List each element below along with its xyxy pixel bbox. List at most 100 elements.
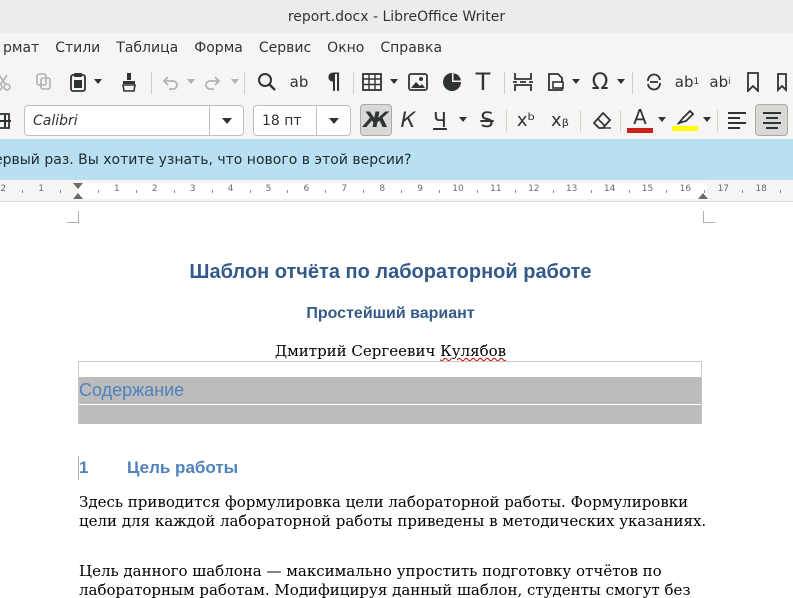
ruler-label: 11 [490, 184, 502, 194]
document-page[interactable]: Шаблон отчёта по лабораторной работе Про… [0, 203, 793, 598]
menu-tools[interactable]: Сервис [251, 40, 319, 56]
underline-dropdown-icon[interactable] [459, 117, 467, 122]
paragraph-style-icon[interactable] [0, 105, 18, 135]
right-indent-marker[interactable] [698, 193, 708, 199]
redo-dropdown-icon[interactable] [231, 79, 239, 84]
doc-author[interactable]: Дмитрий Сергеевич Кулябов [79, 342, 702, 360]
clipboard-icon[interactable] [63, 67, 93, 97]
strikethrough-icon[interactable]: S [472, 105, 502, 135]
ruler-label: 8 [379, 184, 386, 194]
ruler-tick [439, 190, 441, 193]
undo-dropdown-icon[interactable] [187, 79, 195, 84]
ruler-tick [476, 190, 478, 193]
page-break-icon[interactable] [508, 67, 538, 97]
bookmark-icon[interactable] [738, 67, 768, 97]
body-paragraph[interactable]: Цель данного шаблона — максимально упрос… [79, 562, 709, 598]
search-icon[interactable] [252, 67, 282, 97]
chart-icon[interactable] [437, 67, 467, 97]
misspelled-word[interactable]: Кулябов [440, 342, 506, 360]
window-titlebar: report.docx - LibreOffice Writer [0, 0, 793, 33]
highlighter-icon[interactable] [670, 105, 700, 135]
ruler-label: 2 [151, 184, 158, 194]
right-margin-corner [703, 211, 715, 223]
special-char-dropdown-icon[interactable] [617, 79, 625, 84]
image-icon[interactable] [403, 67, 433, 97]
spellcheck-icon[interactable]: ab [284, 67, 314, 97]
ruler-tick [60, 190, 62, 193]
section-heading[interactable]: 1 Цель работы [79, 458, 238, 478]
scissors-icon[interactable] [0, 67, 18, 97]
ruler-tick [287, 190, 289, 193]
font-size-combo[interactable]: 18 пт [253, 105, 351, 136]
menu-form[interactable]: Форма [186, 40, 251, 56]
table-of-contents[interactable]: Содержание [78, 361, 702, 424]
standard-toolbar: ab ¶ T Ω ab 1 ab i [0, 63, 793, 101]
toc-heading[interactable]: Содержание [79, 380, 184, 401]
font-color-icon[interactable]: A [625, 105, 655, 135]
copy-icon[interactable] [29, 67, 59, 97]
menu-help[interactable]: Справка [372, 40, 450, 56]
separator [632, 72, 633, 94]
ruler-label: 15 [641, 184, 654, 194]
ruler-tick [173, 190, 175, 193]
paintbrush-icon[interactable] [114, 67, 144, 97]
menu-format[interactable]: рмат [0, 40, 47, 56]
italic-icon[interactable]: К [393, 105, 423, 135]
left-margin-corner [67, 211, 79, 223]
text-icon[interactable]: T [468, 67, 498, 97]
table-icon[interactable] [357, 67, 387, 97]
menu-table[interactable]: Таблица [108, 40, 186, 56]
ruler-tick [628, 190, 630, 193]
menu-window[interactable]: Окно [319, 40, 372, 56]
link-icon[interactable] [639, 67, 669, 97]
doc-title[interactable]: Шаблон отчёта по лабораторной работе [79, 261, 702, 284]
field-dropdown-icon[interactable] [572, 79, 580, 84]
doc-subtitle[interactable]: Простейший вариант [79, 305, 702, 323]
horizontal-ruler[interactable]: 2 1 1 2 3 4 5 6 7 8 9 10 11 12 13 14 15 16 17 18 [0, 180, 793, 202]
menubar: рмат Стили Таблица Форма Сервис Окно Спр… [0, 33, 793, 63]
ruler-label: 7 [341, 184, 348, 194]
first-line-indent-marker[interactable] [73, 183, 83, 189]
separator [353, 72, 354, 94]
toc-shading [79, 405, 701, 424]
font-size-dropdown-icon[interactable] [316, 106, 350, 135]
redo-icon[interactable] [198, 67, 228, 97]
ruler-label: 17 [717, 184, 730, 194]
endnote-icon[interactable]: ab i [705, 67, 735, 97]
underline-icon[interactable]: Ч [425, 105, 455, 135]
paste-dropdown-icon[interactable] [94, 79, 102, 84]
superscript-icon[interactable]: xᵇ [511, 105, 541, 135]
menu-styles[interactable]: Стили [47, 40, 108, 56]
font-name-value[interactable]: Calibri [25, 113, 209, 129]
align-center-icon[interactable] [755, 104, 788, 136]
left-indent-marker[interactable] [73, 193, 83, 199]
table-dropdown-icon[interactable] [390, 79, 398, 84]
footnote-icon[interactable]: ab 1 [672, 67, 702, 97]
ruler-tick [249, 190, 251, 193]
highlight-dropdown-icon[interactable] [703, 117, 711, 122]
ruler-label: 14 [603, 184, 616, 194]
align-left-icon[interactable] [722, 105, 752, 135]
window-title: report.docx - LibreOffice Writer [287, 8, 506, 25]
ruler-label: 12 [528, 184, 540, 194]
omega-icon[interactable]: Ω [585, 67, 615, 97]
highlight-swatch [672, 126, 698, 131]
subscript-icon[interactable]: xᵦ [545, 105, 575, 135]
font-size-value[interactable]: 18 пт [254, 113, 316, 129]
infobar-message: ервый раз. Вы хотите узнать, что нового … [0, 151, 412, 168]
field-icon[interactable] [541, 67, 571, 97]
cross-reference-icon[interactable] [771, 67, 793, 97]
ruler-tick [780, 190, 782, 193]
body-paragraph[interactable]: Здесь приводится формулировка цели лабор… [79, 493, 709, 531]
font-name-dropdown-icon[interactable] [209, 106, 243, 135]
whats-new-infobar[interactable]: ервый раз. Вы хотите узнать, что нового … [0, 139, 793, 180]
font-name-combo[interactable]: Calibri [24, 105, 244, 136]
eraser-icon[interactable] [587, 105, 617, 135]
bold-icon[interactable]: Ж [360, 104, 392, 136]
ruler-label: 4 [227, 184, 234, 194]
ruler-label: 1 [114, 184, 120, 194]
font-color-dropdown-icon[interactable] [658, 117, 666, 122]
ruler-tick [514, 190, 516, 193]
pilcrow-icon[interactable]: ¶ [319, 67, 349, 97]
undo-icon[interactable] [155, 67, 185, 97]
